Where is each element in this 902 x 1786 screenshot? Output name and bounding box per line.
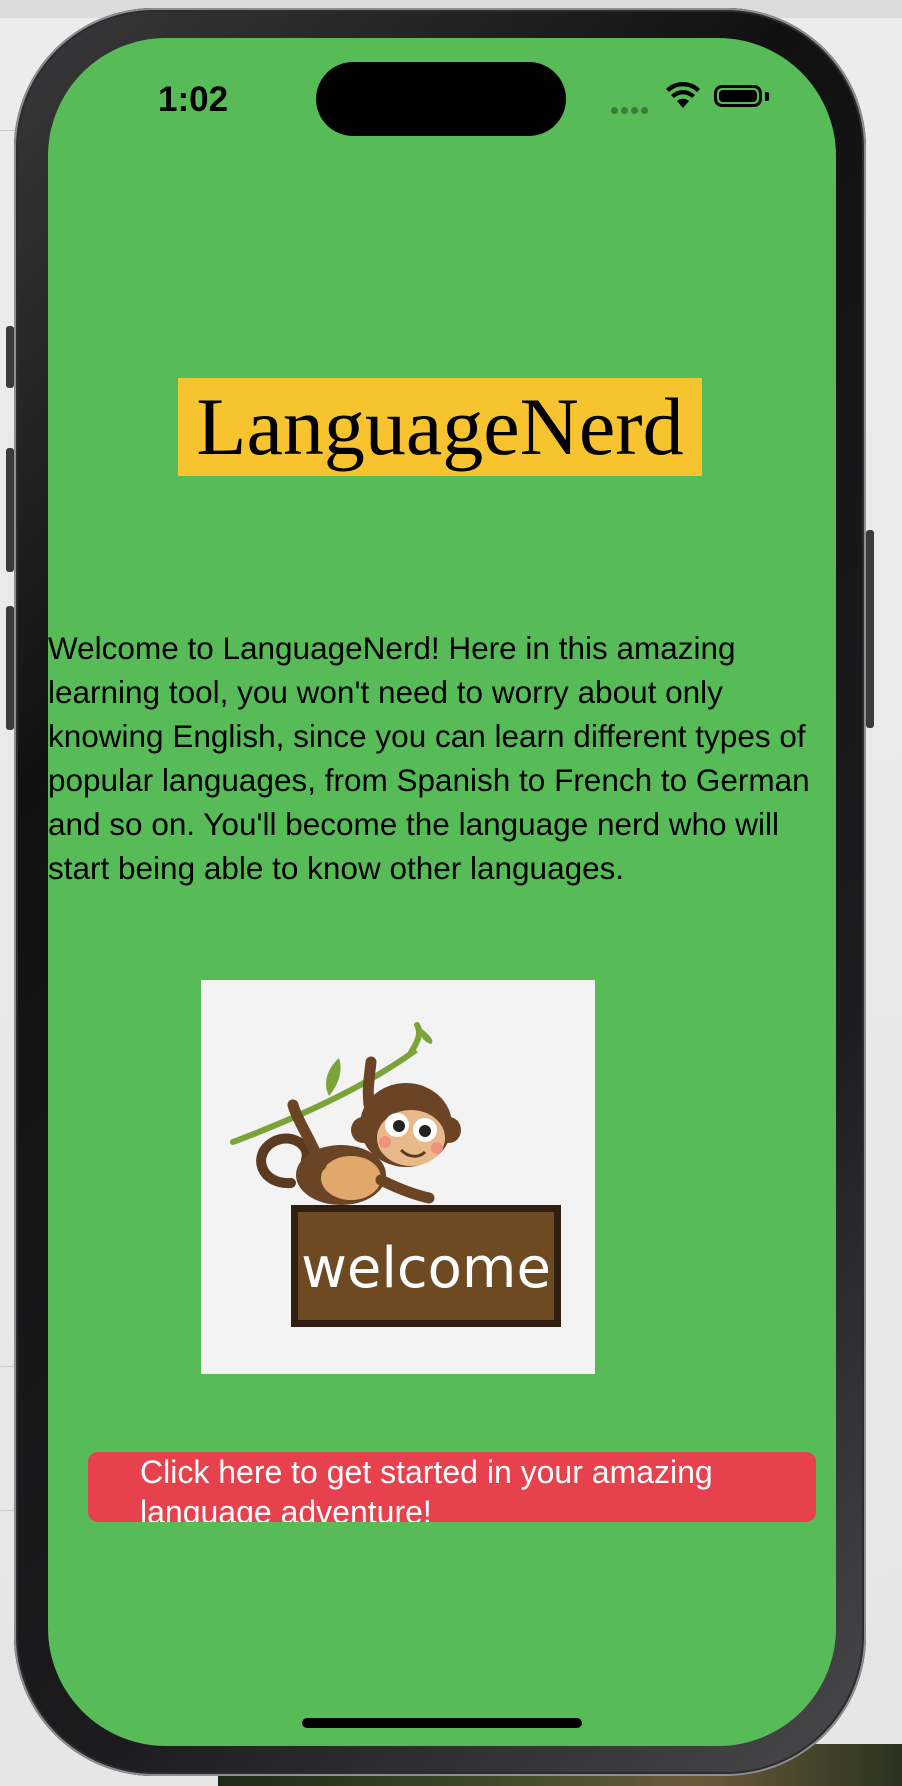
app-title: LanguageNerd [196,381,684,472]
app-title-banner: LanguageNerd [178,378,702,476]
welcome-monkey-image: welcome [201,980,595,1374]
action-button [6,326,14,388]
battery-cap [765,92,769,101]
signal-icon [611,101,651,114]
intro-paragraph: Welcome to LanguageNerd! Here in this am… [48,630,810,886]
phone-screen: 1:02 LanguageNerd Welcome to LanguageNer… [48,38,836,1746]
sign-text: welcome [301,1236,551,1301]
status-time: 1:02 [158,80,229,119]
battery-icon [714,85,762,107]
power-button [866,530,874,728]
get-started-button[interactable]: Click here to get started in your amazin… [88,1452,816,1522]
volume-down-button [6,606,14,730]
home-indicator[interactable] [302,1718,582,1728]
wifi-icon [666,82,700,108]
volume-up-button [6,448,14,572]
dynamic-island [316,62,566,136]
